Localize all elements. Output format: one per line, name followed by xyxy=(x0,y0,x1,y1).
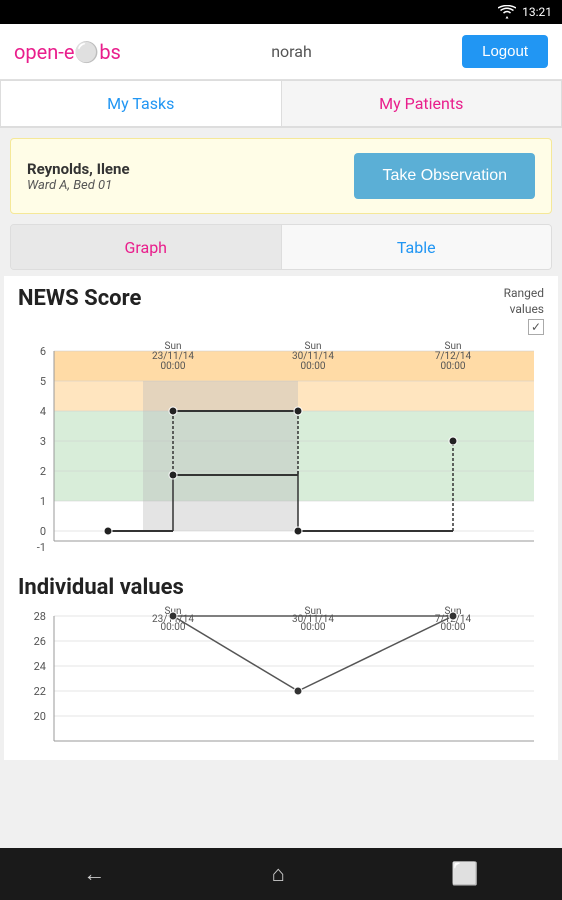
svg-text:26: 26 xyxy=(34,635,46,648)
ranged-values-control: Rangedvalues xyxy=(504,286,544,335)
svg-text:0: 0 xyxy=(40,525,46,538)
tab-my-patients[interactable]: My Patients xyxy=(281,80,562,127)
svg-text:00:00: 00:00 xyxy=(441,622,466,633)
view-tabs: Graph Table xyxy=(10,224,552,270)
svg-text:00:00: 00:00 xyxy=(301,622,326,633)
status-bar: 13:21 xyxy=(0,0,562,24)
svg-text:00:00: 00:00 xyxy=(161,622,186,633)
svg-text:2: 2 xyxy=(40,465,46,478)
bottom-nav: ← ⌂ ⬜ xyxy=(0,848,562,900)
individual-values-section: Individual values 28 26 24 22 20 Sun 23/… xyxy=(4,565,558,760)
news-score-section: NEWS Score Rangedvalues 6 5 4 3 2 1 0 -1 xyxy=(4,276,558,565)
svg-text:00:00: 00:00 xyxy=(161,361,186,372)
ranged-values-label: Rangedvalues xyxy=(504,286,544,317)
status-time: 13:21 xyxy=(522,5,552,19)
svg-text:00:00: 00:00 xyxy=(441,361,466,372)
logout-button[interactable]: Logout xyxy=(462,35,548,68)
svg-text:24: 24 xyxy=(34,660,46,673)
tab-graph[interactable]: Graph xyxy=(11,225,282,269)
home-button[interactable]: ⌂ xyxy=(252,853,305,895)
tab-my-tasks[interactable]: My Tasks xyxy=(0,80,281,127)
tab-table[interactable]: Table xyxy=(282,225,552,269)
individual-values-chart: 28 26 24 22 20 Sun 23/11/14 00:00 Sun 30… xyxy=(18,606,552,756)
svg-text:22: 22 xyxy=(34,685,46,698)
back-button[interactable]: ← xyxy=(63,853,125,895)
patient-card: Reynolds, Ilene Ward A, Bed 01 Take Obse… xyxy=(10,138,552,214)
svg-text:28: 28 xyxy=(34,610,46,623)
recent-apps-button[interactable]: ⬜ xyxy=(431,854,498,895)
individual-values-title: Individual values xyxy=(18,575,544,600)
logo: open-e⚪bs xyxy=(14,40,121,64)
patient-name: Reynolds, Ilene xyxy=(27,160,130,178)
svg-text:6: 6 xyxy=(40,345,46,358)
take-observation-button[interactable]: Take Observation xyxy=(354,153,535,199)
svg-text:3: 3 xyxy=(40,435,46,448)
main-tab-bar: My Tasks My Patients xyxy=(0,80,562,128)
top-nav: open-e⚪bs norah Logout xyxy=(0,24,562,80)
svg-text:-1: -1 xyxy=(37,541,46,551)
svg-text:5: 5 xyxy=(40,375,46,388)
ranged-values-checkbox[interactable] xyxy=(528,319,544,335)
patient-ward: Ward A, Bed 01 xyxy=(27,178,130,193)
news-score-title: NEWS Score xyxy=(18,286,141,311)
svg-text:1: 1 xyxy=(40,495,46,508)
svg-text:4: 4 xyxy=(40,405,46,418)
wifi-icon xyxy=(498,5,516,19)
news-score-header: NEWS Score Rangedvalues xyxy=(18,286,544,335)
news-score-chart: 6 5 4 3 2 1 0 -1 Sun 23/11/14 00:00 Sun … xyxy=(18,341,552,551)
svg-text:00:00: 00:00 xyxy=(301,361,326,372)
user-name: norah xyxy=(271,42,312,61)
patient-info: Reynolds, Ilene Ward A, Bed 01 xyxy=(27,160,130,193)
svg-text:20: 20 xyxy=(34,710,46,723)
